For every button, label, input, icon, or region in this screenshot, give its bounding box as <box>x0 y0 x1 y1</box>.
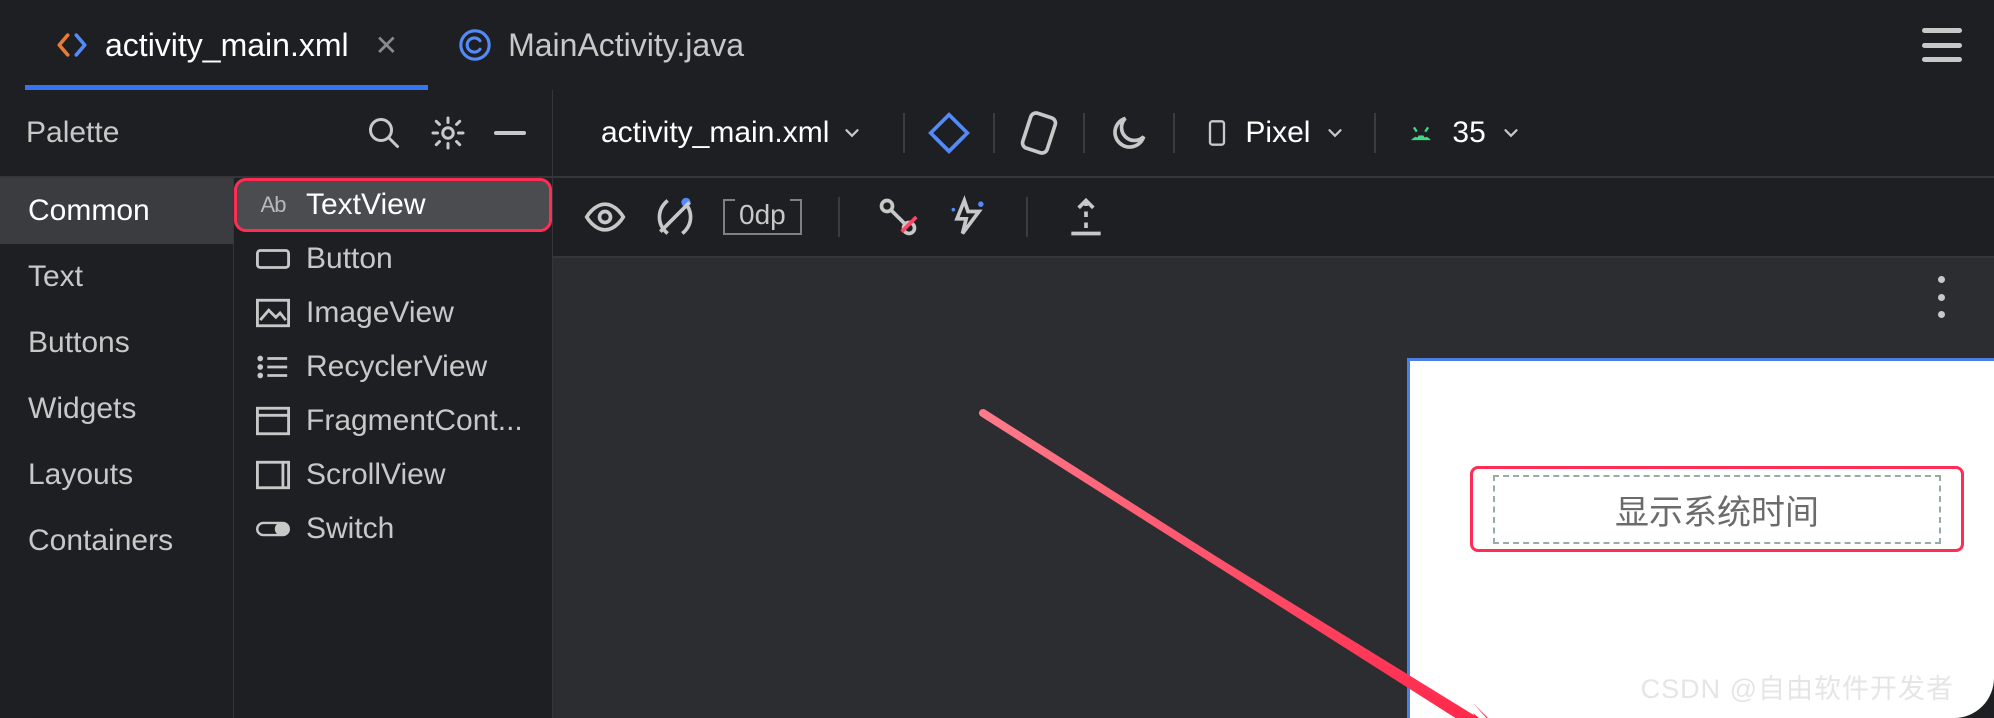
chevron-down-icon <box>1324 122 1346 144</box>
tab-label: activity_main.xml <box>105 27 349 64</box>
hamburger-icon[interactable] <box>1922 28 1962 62</box>
design-canvas[interactable]: 显示系统时间 <box>553 258 1994 718</box>
clear-constraints-icon[interactable] <box>876 195 920 239</box>
category-common[interactable]: Common <box>0 178 233 244</box>
palette-actions <box>366 115 526 151</box>
tab-activity-main-xml[interactable]: activity_main.xml ✕ <box>25 0 428 90</box>
design-panel: activity_main.xml Pixel 35 <box>553 90 1994 718</box>
tab-label: MainActivity.java <box>508 27 744 64</box>
infer-constraints-icon[interactable] <box>946 195 990 239</box>
collapse-icon[interactable] <box>494 131 526 135</box>
component-label: TextView <box>306 188 426 222</box>
component-label: Button <box>306 242 393 276</box>
device-label: Pixel <box>1245 116 1310 150</box>
component-button[interactable]: Button <box>234 232 552 286</box>
device-selector[interactable]: Pixel <box>1197 115 1352 151</box>
kebab-icon[interactable] <box>1926 276 1956 318</box>
category-containers[interactable]: Containers <box>0 508 233 574</box>
component-label: ImageView <box>306 296 454 330</box>
component-label: RecyclerView <box>306 350 487 384</box>
design-toolbar-secondary: 0dp <box>553 178 1994 258</box>
component-label: Switch <box>306 512 394 546</box>
java-class-icon <box>458 28 492 62</box>
separator <box>993 113 995 153</box>
category-widgets[interactable]: Widgets <box>0 376 233 442</box>
close-icon[interactable]: ✕ <box>375 29 398 62</box>
separator <box>838 197 840 237</box>
api-label: 35 <box>1452 116 1485 150</box>
component-list: Ab TextView Button ImageView RecyclerVie… <box>234 178 552 718</box>
api-selector[interactable]: 35 <box>1398 116 1527 150</box>
textview-highlight[interactable]: 显示系统时间 <box>1470 466 1964 552</box>
separator <box>1026 197 1028 237</box>
design-toolbar-primary: activity_main.xml Pixel 35 <box>553 90 1994 178</box>
watermark: CSDN @自由软件开发者 <box>1641 667 1954 706</box>
category-buttons[interactable]: Buttons <box>0 310 233 376</box>
component-imageview[interactable]: ImageView <box>234 286 552 340</box>
autoconnect-icon[interactable] <box>653 195 697 239</box>
component-scrollview[interactable]: ScrollView <box>234 448 552 502</box>
textview-icon: Ab <box>256 190 290 220</box>
device-icon <box>1203 115 1231 151</box>
recyclerview-icon <box>256 352 290 382</box>
category-list: Common Text Buttons Widgets Layouts Cont… <box>0 178 234 718</box>
button-icon <box>256 244 290 274</box>
switch-icon <box>256 514 290 544</box>
view-options-icon[interactable] <box>583 195 627 239</box>
component-switch[interactable]: Switch <box>234 502 552 556</box>
main-area: Palette Common Text Buttons Widgets <box>0 90 1994 718</box>
gear-icon[interactable] <box>430 115 466 151</box>
component-textview[interactable]: Ab TextView <box>234 178 552 232</box>
android-icon <box>1404 116 1438 150</box>
search-icon[interactable] <box>366 115 402 151</box>
app-root: activity_main.xml ✕ MainActivity.java Pa… <box>0 0 1994 718</box>
device-frame[interactable]: 显示系统时间 <box>1407 358 1994 718</box>
tab-mainactivity-java[interactable]: MainActivity.java <box>428 0 774 90</box>
orientation-icon[interactable] <box>1017 111 1061 155</box>
palette-title: Palette <box>26 116 366 150</box>
default-margin-input[interactable]: 0dp <box>723 199 802 235</box>
design-surface-icon[interactable] <box>927 111 971 155</box>
chevron-down-icon <box>1500 122 1522 144</box>
component-recyclerview[interactable]: RecyclerView <box>234 340 552 394</box>
tab-bar: activity_main.xml ✕ MainActivity.java <box>0 0 1994 90</box>
palette-header: Palette <box>0 90 552 178</box>
night-mode-icon[interactable] <box>1107 111 1151 155</box>
guidelines-icon[interactable] <box>1064 195 1108 239</box>
separator <box>1374 113 1376 153</box>
separator <box>1173 113 1175 153</box>
xml-tag-icon <box>55 28 89 62</box>
category-layouts[interactable]: Layouts <box>0 442 233 508</box>
palette-panel: Palette Common Text Buttons Widgets <box>0 90 553 718</box>
palette-body: Common Text Buttons Widgets Layouts Cont… <box>0 178 552 718</box>
imageview-icon <box>256 298 290 328</box>
component-label: FragmentCont... <box>306 404 523 438</box>
scrollview-icon <box>256 460 290 490</box>
separator <box>903 113 905 153</box>
separator <box>1083 113 1085 153</box>
layout-file-selector[interactable]: activity_main.xml <box>583 110 881 156</box>
component-label: ScrollView <box>306 458 446 492</box>
textview-component[interactable]: 显示系统时间 <box>1493 475 1941 544</box>
layout-file-label: activity_main.xml <box>601 116 829 150</box>
component-fragmentcontainer[interactable]: FragmentCont... <box>234 394 552 448</box>
chevron-down-icon <box>841 122 863 144</box>
fragment-icon <box>256 406 290 436</box>
category-text[interactable]: Text <box>0 244 233 310</box>
